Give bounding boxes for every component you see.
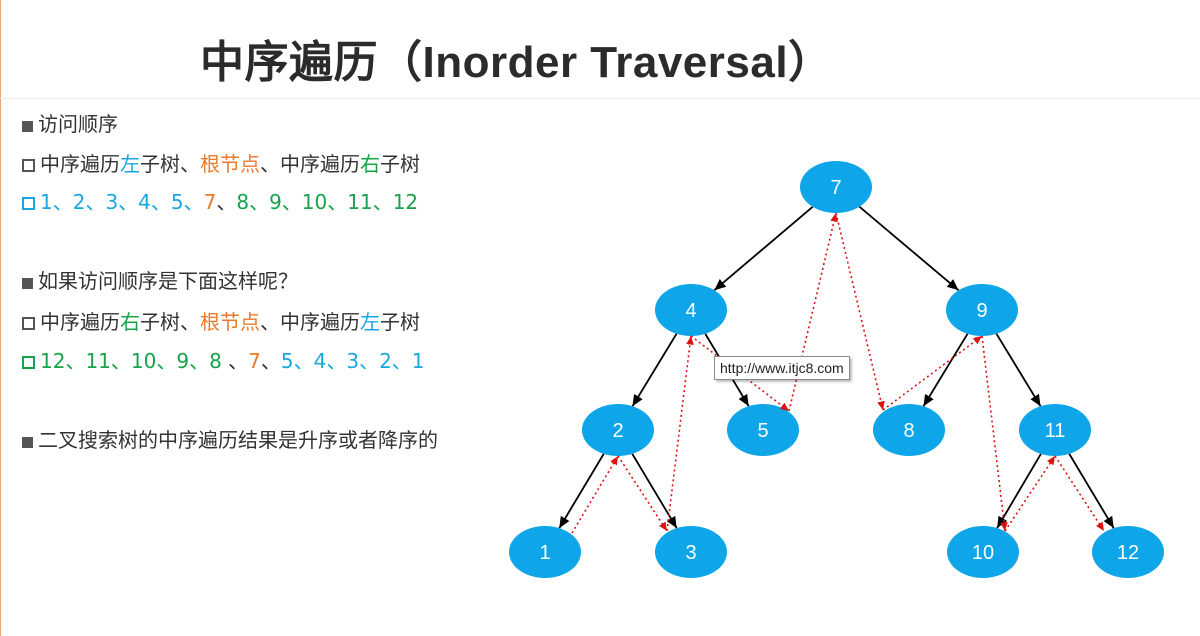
tree-edge-2-1 bbox=[558, 453, 605, 529]
tree-node-label: 3 bbox=[685, 542, 696, 564]
traversal-arrow-3-to-4 bbox=[666, 335, 694, 532]
tree-node-2: 2 bbox=[582, 404, 654, 456]
tree-node-1: 1 bbox=[509, 526, 581, 578]
traversal-arrow-5-to-7 bbox=[788, 212, 838, 412]
traversal-arrow-9-to-10 bbox=[981, 335, 1008, 532]
traversal-arrow-2-to-3 bbox=[617, 455, 668, 532]
tree-edge-2-3 bbox=[631, 453, 678, 529]
tree-edge-11-10 bbox=[996, 453, 1042, 529]
tree-node-label: 11 bbox=[1045, 420, 1066, 442]
tree-node-label: 7 bbox=[830, 177, 841, 199]
tree-node-10: 10 bbox=[947, 526, 1019, 578]
tree-node-8: 8 bbox=[873, 404, 945, 456]
binary-tree-diagram: 74 92 5 8 111 3 10 12 bbox=[509, 161, 1164, 578]
tree-node-12: 12 bbox=[1092, 526, 1164, 578]
tree-edge-4-2 bbox=[631, 333, 678, 407]
tree-node-9: 9 bbox=[946, 284, 1018, 336]
traversal-arrow-10-to-11 bbox=[1004, 455, 1056, 532]
tree-node-label: 2 bbox=[612, 420, 623, 442]
traversal-arrow-8-to-9 bbox=[882, 335, 983, 411]
url-tooltip: http://www.itjc8.com bbox=[714, 356, 850, 380]
tree-edge-7-4 bbox=[713, 206, 814, 291]
tree-node-3: 3 bbox=[655, 526, 727, 578]
tree-node-label: 5 bbox=[757, 420, 768, 442]
tree-node-label: 4 bbox=[685, 300, 696, 322]
tree-node-label: 12 bbox=[1117, 542, 1139, 564]
tree-node-label: 10 bbox=[972, 542, 994, 564]
tree-node-label: 1 bbox=[539, 542, 550, 564]
tree-edge-9-8 bbox=[922, 333, 969, 407]
tree-edge-11-12 bbox=[1068, 453, 1115, 529]
traversal-arrow-7-to-8 bbox=[835, 212, 885, 411]
traversal-arrow-11-to-12 bbox=[1054, 455, 1105, 532]
tree-edge-7-9 bbox=[858, 206, 960, 291]
tree-node-11: 11 bbox=[1019, 404, 1091, 456]
tree-node-label: 8 bbox=[903, 420, 914, 442]
tree-node-label: 9 bbox=[976, 300, 987, 322]
tree-edge-9-11 bbox=[995, 333, 1042, 407]
tree-node-7: 7 bbox=[800, 161, 872, 213]
tree-node-5: 5 bbox=[727, 404, 799, 456]
tree-node-4: 4 bbox=[655, 284, 727, 336]
